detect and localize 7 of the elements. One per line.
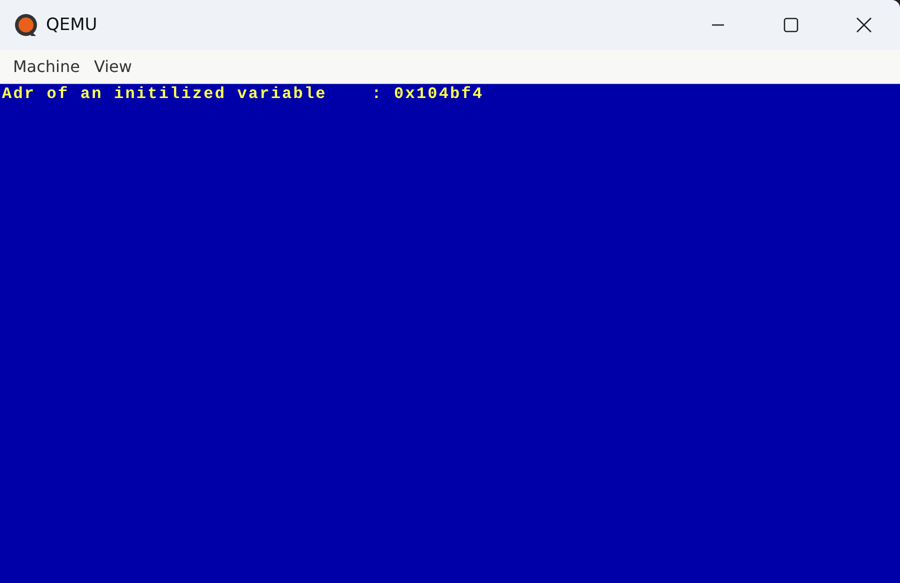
close-icon (856, 17, 872, 33)
menu-item[interactable]: Machine (6, 57, 87, 76)
app-logo-icon (14, 13, 38, 37)
console-line: Adr of an initilized variable : 0x104bf4 (2, 84, 485, 104)
maximize-icon (782, 17, 798, 33)
menu-item[interactable]: View (86, 57, 139, 76)
window-title: QEMU (46, 15, 98, 35)
